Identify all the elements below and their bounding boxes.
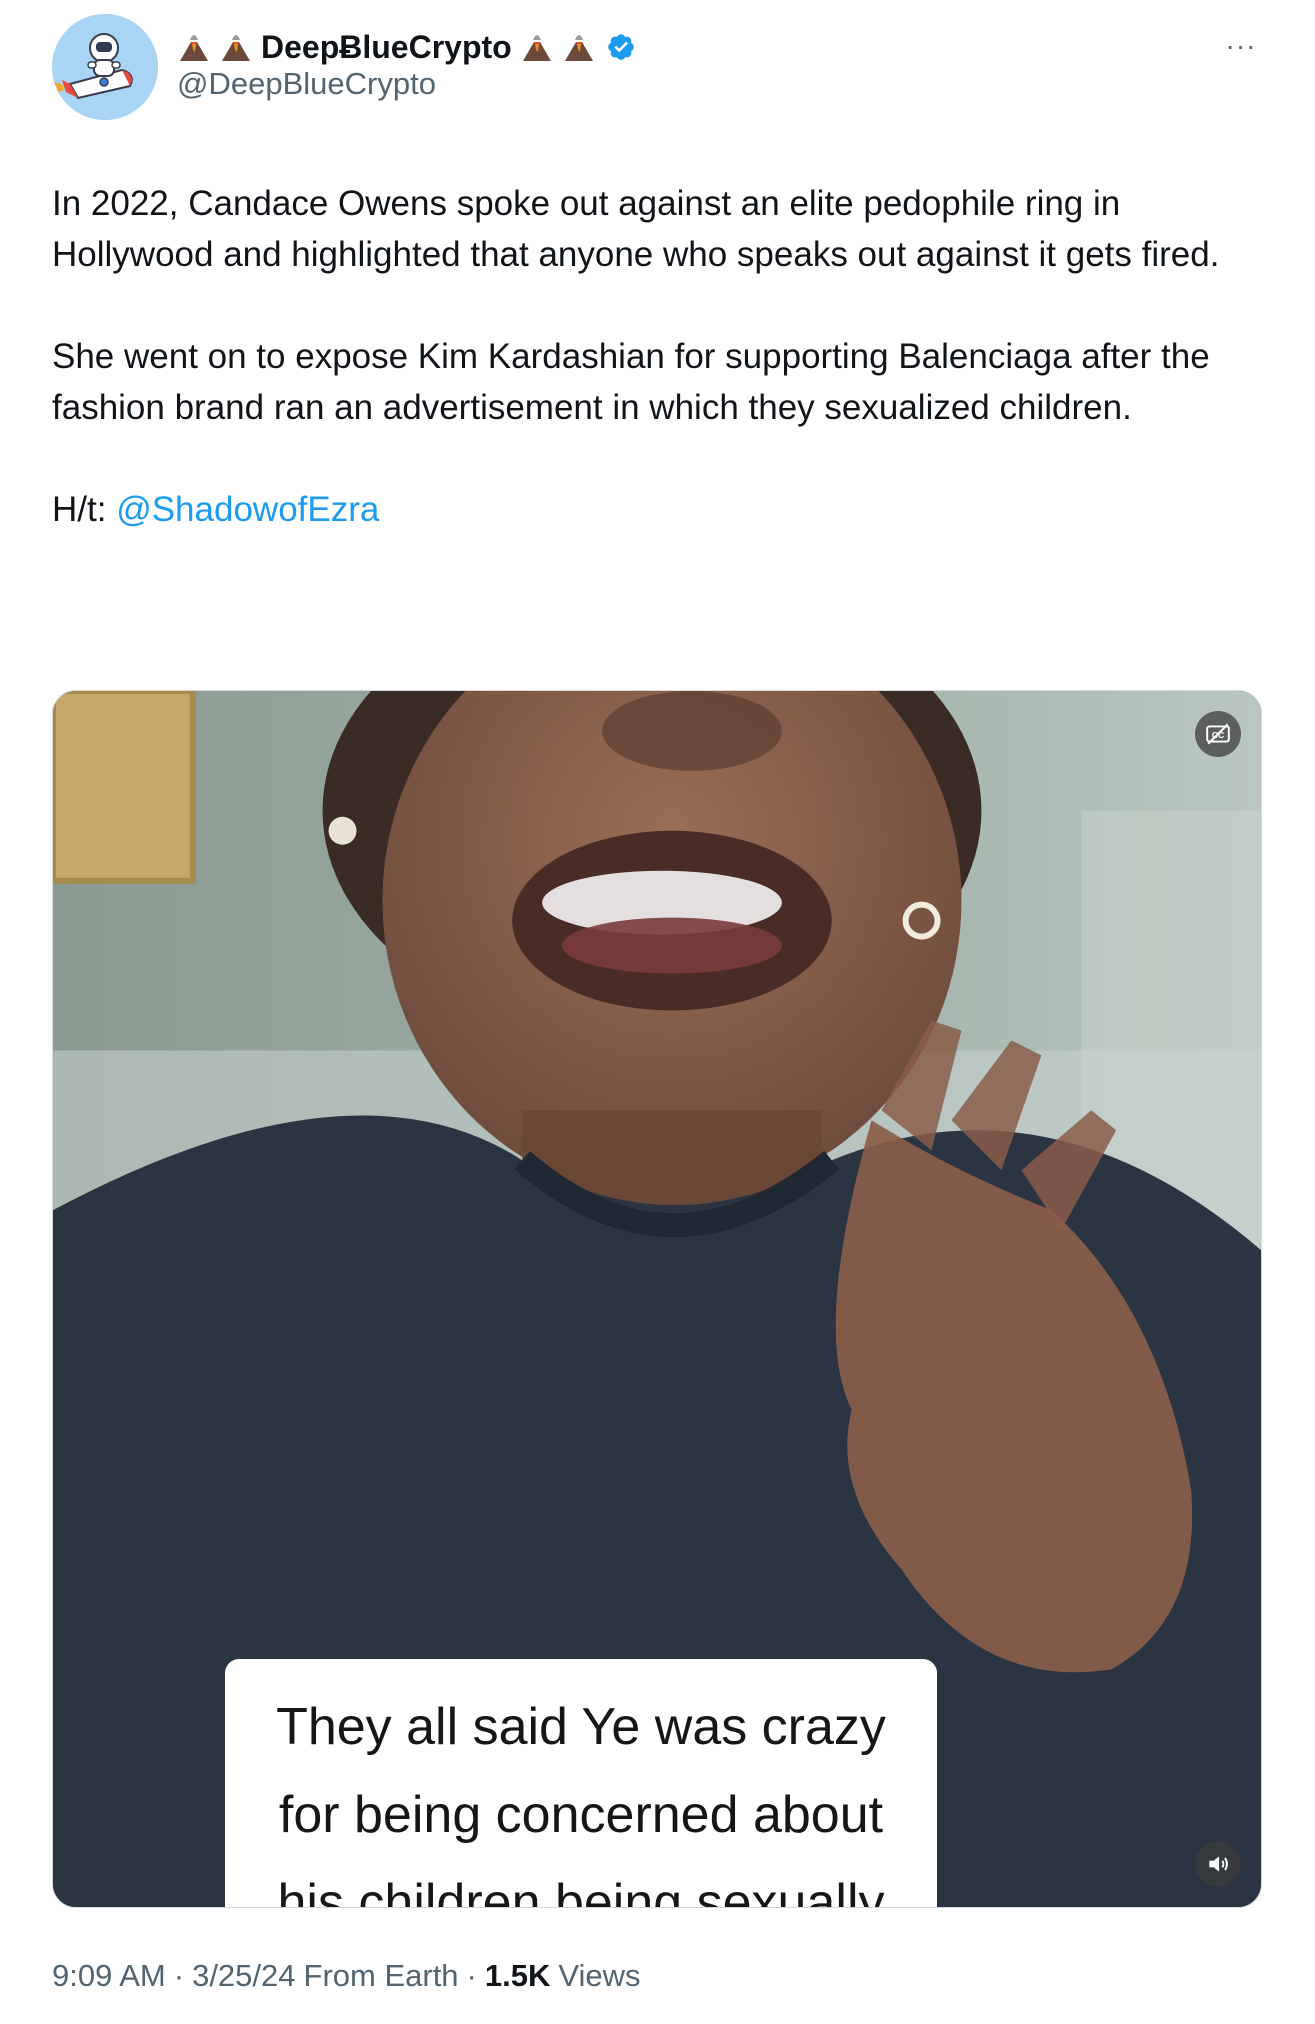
video-caption-overlay: They all said Ye was crazy for being con… <box>225 1659 937 1908</box>
speaker-icon <box>1209 1856 1228 1872</box>
separator: · <box>466 1958 477 1993</box>
views-count: 1.5K <box>484 1958 551 1993</box>
captions-icon: CC <box>1206 723 1230 745</box>
tweet-text: In 2022, Candace Owens spoke out against… <box>52 178 1262 535</box>
tweet: DeepɃlueCrypto @DeepBlueCrypto ··· In 20… <box>0 0 1315 2024</box>
more-options-icon[interactable]: ··· <box>1221 26 1261 66</box>
author-display-name[interactable]: DeepɃlueCrypto <box>261 29 512 66</box>
volcano-icon <box>520 30 554 64</box>
caption-line: his children being sexually <box>277 1874 885 1908</box>
source-label: From Earth <box>303 1958 459 1993</box>
volcano-icon <box>219 30 253 64</box>
caption-line: for being concerned about <box>278 1786 884 1844</box>
timestamp-time[interactable]: 9:09 AM <box>52 1958 166 1994</box>
timestamp-date[interactable]: 3/25/24 <box>192 1958 295 1994</box>
sound-button[interactable] <box>1195 1841 1241 1887</box>
separator: · <box>173 1958 185 1993</box>
hat-tip-label: H/t: <box>52 490 107 529</box>
avatar[interactable] <box>52 14 158 120</box>
video-player[interactable]: They all said Ye was crazy for being con… <box>52 690 1262 1908</box>
tweet-paragraph: In 2022, Candace Owens spoke out against… <box>52 184 1220 274</box>
hat-tip-line: H/t: @ShadowofEzra <box>52 484 1262 535</box>
author-handle[interactable]: @DeepBlueCrypto <box>177 66 436 102</box>
tweet-paragraph: She went on to expose Kim Kardashian for… <box>52 337 1210 427</box>
caption-line: They all said Ye was crazy <box>276 1698 886 1756</box>
verified-badge-icon <box>606 32 636 62</box>
captions-button[interactable]: CC <box>1195 711 1241 757</box>
mention-link[interactable]: @ShadowofEzra <box>116 490 379 529</box>
author-name-row[interactable]: DeepɃlueCrypto <box>177 24 636 70</box>
tweet-meta: 9:09 AM · 3/25/24 From Earth · 1.5K View… <box>52 1958 641 1994</box>
volcano-icon <box>562 30 596 64</box>
volcano-icon <box>177 30 211 64</box>
views-label: Views <box>558 1958 641 1993</box>
astronaut-rocket-avatar-icon <box>52 14 158 120</box>
